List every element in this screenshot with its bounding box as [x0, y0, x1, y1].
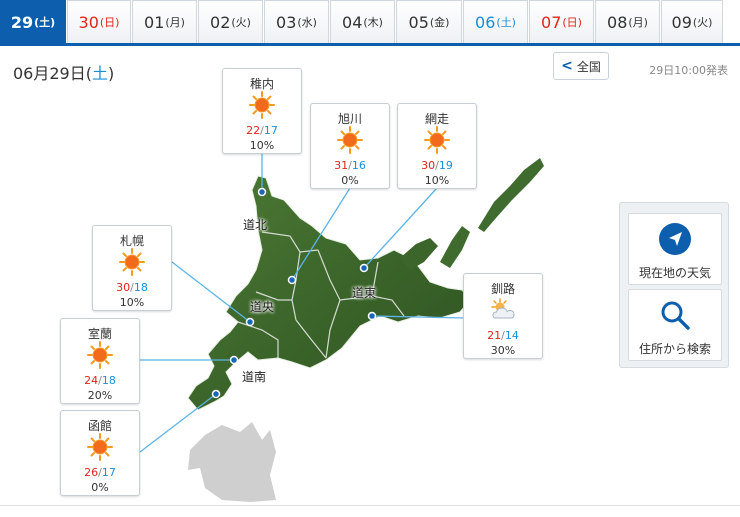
sunny-icon: [119, 248, 145, 276]
city-card-asahikawa[interactable]: 旭川 31/16 0%: [310, 103, 390, 189]
sunny-icon: [87, 341, 113, 369]
side-panel: 現在地の天気 住所から検索: [619, 202, 729, 368]
city-card-hakodate[interactable]: 函館 26/17 0%: [60, 410, 140, 496]
city-card-wakkanai[interactable]: 稚内 22/17 10%: [222, 68, 302, 154]
sunny-icon: [337, 126, 363, 154]
location-arrow-icon: [659, 223, 691, 255]
cloudy-icon: [491, 298, 515, 319]
region-label-doo: 道央: [250, 300, 275, 314]
tohoku-landmass: [188, 422, 276, 502]
marker-sapporo: [245, 317, 255, 327]
city-card-muroran[interactable]: 室蘭 24/18 20%: [60, 318, 140, 404]
marker-muroran: [229, 355, 239, 365]
kunashiri-island: [440, 226, 470, 268]
marker-hakodate: [211, 389, 221, 399]
etorofu-island: [478, 158, 544, 232]
address-search-button[interactable]: 住所から検索: [628, 289, 722, 361]
search-icon: [661, 301, 690, 330]
marker-wakkanai: [257, 187, 267, 197]
sunny-icon: [249, 91, 275, 119]
city-card-sapporo[interactable]: 札幌 30/18 10%: [92, 225, 172, 311]
region-label-doto: 道東: [352, 286, 377, 300]
region-label-dohoku: 道北: [243, 218, 268, 232]
marker-abashiri: [359, 263, 369, 273]
region-label-donan: 道南: [242, 370, 267, 384]
marker-kushiro: [367, 311, 377, 321]
bottom-divider: [0, 505, 740, 506]
city-card-kushiro[interactable]: 釧路 21/14 30%: [463, 273, 543, 359]
sunny-icon: [424, 126, 450, 154]
sunny-icon: [87, 433, 113, 461]
hokkaido-landmass: [187, 175, 471, 411]
current-location-weather-button[interactable]: 現在地の天気: [628, 213, 722, 285]
city-card-abashiri[interactable]: 網走 30/19 10%: [397, 103, 477, 189]
marker-asahikawa: [287, 275, 297, 285]
